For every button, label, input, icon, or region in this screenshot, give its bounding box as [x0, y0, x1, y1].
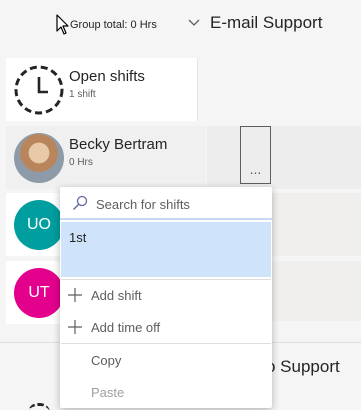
menu-item-label: Add time off [91, 319, 161, 335]
more-options-button[interactable]: ... [240, 126, 271, 184]
search-box [60, 187, 272, 220]
search-input[interactable] [96, 194, 261, 214]
avatar [14, 133, 64, 183]
group-title[interactable]: o Support [266, 357, 340, 377]
member-name: Open shifts [69, 68, 145, 85]
add-time-off-menu-item[interactable]: Add time off [60, 312, 272, 342]
shift-cell[interactable] [207, 126, 361, 189]
shift-result-item[interactable]: 1st [61, 222, 271, 277]
member-open-shifts[interactable]: Open shifts 1 shift [6, 58, 198, 121]
avatar: UO [14, 200, 64, 250]
member-hours: 0 Hrs [69, 157, 93, 168]
member-shift-count: 1 shift [69, 89, 96, 100]
menu-item-label: Paste [91, 384, 125, 400]
plus-icon [68, 320, 82, 334]
group-title[interactable]: E-mail Support [210, 13, 322, 33]
avatar: UT [14, 268, 64, 318]
member-name: Becky Bertram [69, 136, 168, 153]
copy-menu-item[interactable]: Copy [60, 345, 272, 375]
shift-result-label: 1st [69, 230, 87, 245]
plus-icon [68, 288, 82, 302]
menu-item-label: Copy [91, 352, 122, 368]
context-menu: 1st Add shift Add time off Copy Paste [60, 187, 272, 408]
clock-dashed-icon [14, 65, 64, 115]
search-icon [73, 195, 88, 210]
schedule-view: Group total: 0 Hrs E-mail Support Open s… [0, 0, 361, 410]
member-becky-bertram[interactable]: Becky Bertram 0 Hrs [6, 126, 206, 189]
mouse-pointer-icon [56, 14, 69, 35]
menu-item-label: Add shift [91, 287, 142, 303]
menu-divider [61, 343, 271, 344]
chevron-down-icon[interactable] [188, 18, 200, 28]
paste-menu-item[interactable]: Paste [60, 377, 272, 407]
group-total: Group total: 0 Hrs [70, 19, 157, 31]
add-shift-menu-item[interactable]: Add shift [60, 280, 272, 310]
clock-dashed-icon [28, 403, 50, 410]
